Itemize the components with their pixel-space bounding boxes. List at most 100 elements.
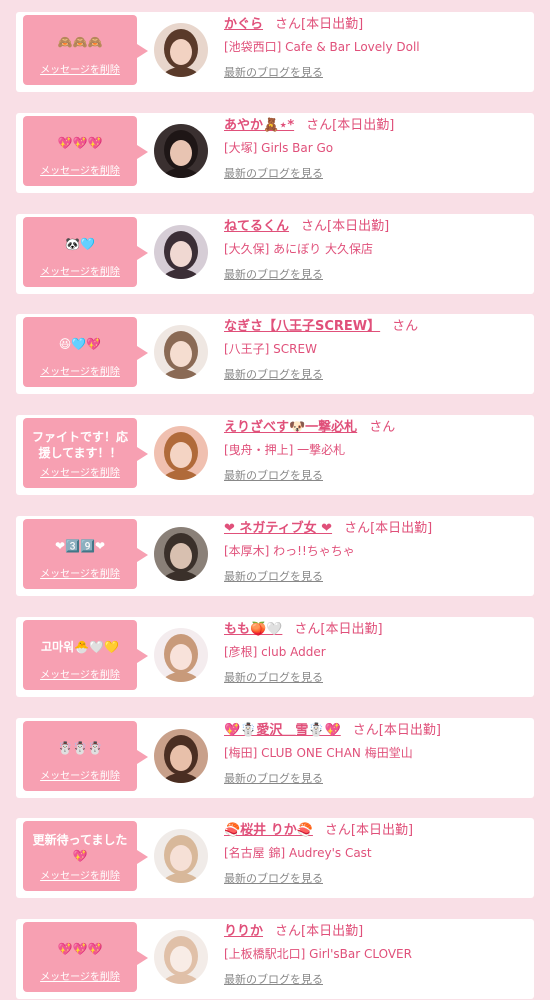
shop-name: [池袋西口] Cafe & Bar Lovely Doll: [224, 40, 420, 54]
status-badge: [本日出勤]: [301, 924, 364, 940]
avatar[interactable]: [154, 224, 208, 279]
message-bubble: 💖💖💖 メッセージを削除: [23, 922, 148, 993]
latest-blog-link[interactable]: 最新のブログを見る: [224, 870, 323, 886]
status-badge: [本日出勤]: [332, 117, 395, 133]
shop-name: [八王子] SCREW: [224, 342, 317, 357]
name-line: かぐら さん[本日出勤]: [224, 14, 528, 36]
name-line: 🍣桜井 りか🍣 さん[本日出勤]: [224, 820, 528, 842]
avatar[interactable]: [154, 23, 208, 77]
message-list: 🙈🙈🙈 メッセージを削除 かぐら さん[本日出勤] [池袋西口] Cafe & Bar …: [0, 0, 550, 1000]
girl-info: えりざべす🐶一撃必札 さん [曳舟・押上] 一撃必札 最新のブログを見る: [224, 417, 528, 483]
delete-message-link[interactable]: メッセージを削除: [23, 565, 137, 580]
girl-info: ねてるくん さん[本日出勤] [大久保] あにぼり 大久保店 最新のブログを見る: [224, 216, 528, 282]
latest-blog-link[interactable]: 最新のブログを見る: [224, 266, 323, 282]
girl-name-link[interactable]: なぎさ【八王子SCREW】: [224, 319, 380, 334]
shop-name: [上板橋駅北口] Girl'sBar CLOVER: [224, 947, 412, 962]
latest-blog-link[interactable]: 最新のブログを見る: [224, 467, 323, 483]
latest-blog-link[interactable]: 最新のブログを見る: [224, 64, 323, 80]
avatar[interactable]: [154, 527, 208, 581]
girl-info: ❤ ネガティブ女 ❤ さん[本日出勤] [本厚木] わっ!!ちゃちゃ 最新のブログを見…: [224, 518, 528, 584]
status-badge: [本日出勤]: [350, 823, 414, 839]
delete-message-link[interactable]: メッセージを削除: [23, 263, 137, 278]
latest-blog-link[interactable]: 最新のブログを見る: [224, 165, 323, 181]
honorific: さん: [306, 117, 333, 133]
girl-name-link[interactable]: かぐら: [224, 17, 263, 32]
girl-name-link[interactable]: りりか: [224, 924, 263, 939]
status-badge: [本日出勤]: [378, 722, 441, 738]
honorific: さん: [294, 621, 321, 637]
shop-name: [彦根] club Adder: [224, 644, 326, 659]
name-line: なぎさ【八王子SCREW】 さん: [224, 316, 528, 338]
honorific: さん: [392, 319, 419, 335]
latest-blog-link[interactable]: 最新のブログを見る: [224, 770, 323, 786]
message-bubble: ☃️☃️☃️ メッセージを削除: [23, 720, 148, 791]
delete-message-link[interactable]: メッセージを削除: [23, 767, 137, 782]
message-bubble: 고마워🐣🤍💛 メッセージを削除: [23, 619, 148, 690]
delete-message-link[interactable]: メッセージを削除: [23, 363, 137, 378]
delete-message-link[interactable]: メッセージを削除: [23, 464, 137, 479]
delete-message-link[interactable]: メッセージを削除: [23, 968, 137, 983]
delete-message-link[interactable]: メッセージを削除: [23, 867, 137, 882]
avatar[interactable]: [154, 728, 208, 783]
avatar[interactable]: [154, 627, 208, 682]
shop-name: [梅田] CLUB ONE CHAN 梅田堂山: [224, 745, 413, 760]
message-card: 고마워🐣🤍💛 メッセージを削除 もも🍑🤍 さん[本日出勤] [彦根] club Adde…: [16, 616, 534, 697]
avatar[interactable]: [154, 325, 208, 380]
name-line: えりざべす🐶一撃必札 さん: [224, 417, 528, 439]
message-bubble: ファイトです！応援してます！！ メッセージを削除: [23, 418, 148, 489]
message-card: ファイトです！応援してます！！ メッセージを削除 えりざべす🐶一撃必札 さん [曳舟・押…: [16, 415, 534, 496]
girl-info: かぐら さん[本日出勤] [池袋西口] Cafe & Bar Lovely Doll…: [224, 14, 528, 80]
shop-name: [名古屋 錦] Audrey's Cast: [224, 846, 372, 861]
message-text: ファイトです！応援してます！！: [31, 430, 128, 461]
message-text: 😆🩵💖: [58, 337, 102, 352]
delete-message-link[interactable]: メッセージを削除: [23, 666, 137, 681]
message-bubble: 😆🩵💖 メッセージを削除: [23, 317, 148, 388]
message-bubble: 更新待ってました💖 メッセージを削除: [23, 821, 148, 892]
girl-name-link[interactable]: もも🍑🤍: [224, 622, 282, 637]
latest-blog-link[interactable]: 最新のブログを見る: [224, 568, 323, 584]
avatar[interactable]: [154, 123, 208, 178]
girl-info: 🍣桜井 りか🍣 さん[本日出勤] [名古屋 錦] Audrey's Cast 最新のブ…: [224, 820, 528, 886]
honorific: さん: [344, 521, 371, 536]
name-line: ❤ ネガティブ女 ❤ さん[本日出勤]: [224, 518, 528, 540]
latest-blog-link[interactable]: 最新のブログを見る: [224, 971, 323, 987]
message-bubble: 💖💖💖 メッセージを削除: [23, 115, 148, 186]
girl-name-link[interactable]: 💖☃️愛沢＿雪☃️💖: [224, 723, 341, 738]
girl-name-link[interactable]: あやか🧸⋆*: [224, 118, 294, 133]
girl-name-link[interactable]: えりざべす🐶一撃必札: [224, 420, 357, 435]
girl-info: 💖☃️愛沢＿雪☃️💖 さん[本日出勤] [梅田] CLUB ONE CHAN 梅田堂…: [224, 720, 528, 786]
honorific: さん: [369, 420, 396, 436]
delete-message-link[interactable]: メッセージを削除: [23, 162, 137, 177]
status-badge: [本日出勤]: [370, 521, 433, 536]
delete-message-link[interactable]: メッセージを削除: [23, 61, 137, 76]
message-text: 更新待ってました💖: [32, 833, 128, 864]
message-bubble: ❤︎3️⃣9️⃣❤︎ メッセージを削除: [23, 519, 148, 589]
shop-name: [本厚木] わっ!!ちゃちゃ: [224, 544, 355, 558]
honorific: さん: [352, 722, 379, 738]
message-card: 😆🩵💖 メッセージを削除 なぎさ【八王子SCREW】 さん [八王子] SCREW 最新の…: [16, 314, 534, 395]
avatar[interactable]: [154, 930, 208, 985]
girl-name-link[interactable]: ねてるくん: [224, 219, 289, 234]
girl-info: もも🍑🤍 さん[本日出勤] [彦根] club Adder 最新のブログを見る: [224, 619, 528, 685]
message-card: 🙈🙈🙈 メッセージを削除 かぐら さん[本日出勤] [池袋西口] Cafe & Bar …: [16, 12, 534, 92]
status-badge: [本日出勤]: [327, 218, 390, 234]
girl-info: あやか🧸⋆* さん[本日出勤] [大塚] Girls Bar Go 最新のブログを見る: [224, 115, 528, 181]
message-card: 🐼🩵 メッセージを削除 ねてるくん さん[本日出勤] [大久保] あにぼり 大久保店 最新…: [16, 213, 534, 294]
latest-blog-link[interactable]: 最新のブログを見る: [224, 669, 323, 685]
message-text: ☃️☃️☃️: [57, 740, 103, 755]
message-text: 🙈🙈🙈: [57, 35, 103, 49]
message-text: 💖💖💖: [57, 942, 103, 957]
message-bubble: 🙈🙈🙈 メッセージを削除: [23, 15, 148, 85]
avatar[interactable]: [154, 426, 208, 481]
message-text: 고마워🐣🤍💛: [41, 639, 119, 654]
status-badge: [本日出勤]: [320, 621, 383, 637]
message-text: ❤︎3️⃣9️⃣❤︎: [55, 539, 105, 553]
avatar[interactable]: [154, 829, 208, 884]
girl-info: りりか さん[本日出勤] [上板橋駅北口] Girl'sBar CLOVER 最新のブ…: [224, 921, 528, 987]
message-card: 💖💖💖 メッセージを削除 あやか🧸⋆* さん[本日出勤] [大塚] Girls Bar …: [16, 112, 534, 193]
girl-name-link[interactable]: 🍣桜井 りか🍣: [224, 823, 313, 838]
girl-name-link[interactable]: ❤ ネガティブ女 ❤: [224, 521, 332, 536]
latest-blog-link[interactable]: 最新のブログを見る: [224, 366, 323, 382]
shop-name: [大塚] Girls Bar Go: [224, 140, 334, 155]
honorific: さん: [275, 17, 302, 32]
